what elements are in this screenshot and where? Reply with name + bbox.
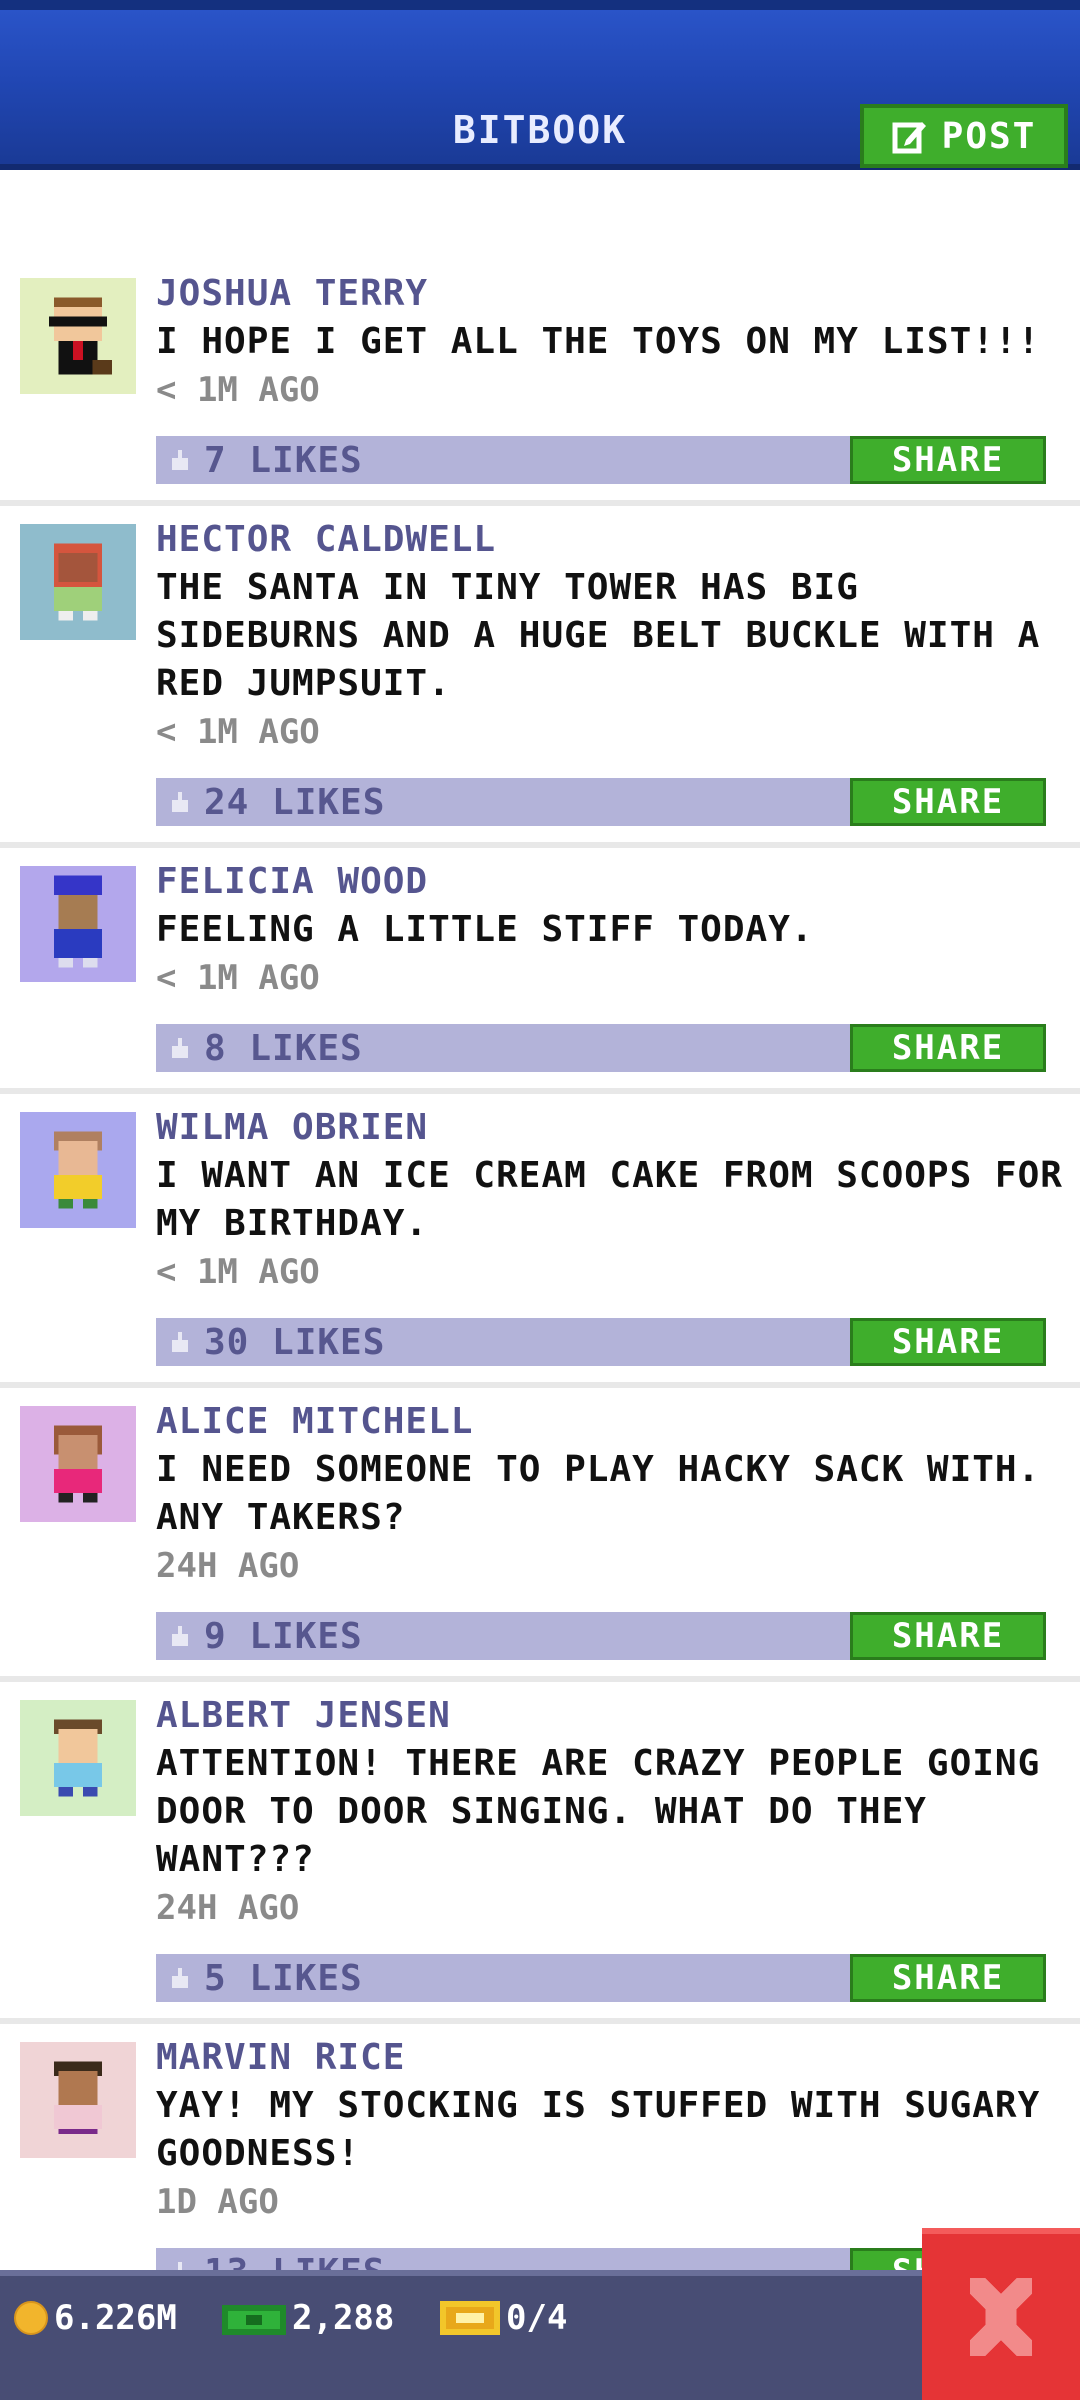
likes-bar: 30 LIKES SHARE [156, 1318, 1046, 1366]
post-time: 1D AGO [156, 2182, 279, 2222]
coin-icon [14, 2301, 48, 2335]
feed-post: WILMA OBRIEN I WANT AN ICE CREAM CAKE FR… [0, 1094, 1080, 1388]
likes-bar: 9 LIKES SHARE [156, 1612, 1046, 1660]
post-author[interactable]: HECTOR CALDWELL [156, 516, 1066, 564]
post-time: 24H AGO [156, 1546, 300, 1586]
cash-icon [222, 2305, 286, 2335]
feed-post: HECTOR CALDWELL THE SANTA IN TINY TOWER … [0, 506, 1080, 848]
thumbs-up-icon [172, 792, 188, 812]
likes-count: 24 LIKES [204, 781, 386, 823]
avatar[interactable] [20, 866, 136, 982]
likes-count: 7 LIKES [204, 439, 363, 481]
like-button[interactable]: 5 LIKES [156, 1958, 363, 1999]
share-button[interactable]: SHARE [850, 1318, 1046, 1366]
post-text: YAY! MY STOCKING IS STUFFED WITH SUGARY … [156, 2085, 1041, 2174]
post-time: < 1M AGO [156, 712, 320, 752]
tickets-stat: 0/4 [440, 2298, 567, 2338]
likes-count: 30 LIKES [204, 1321, 386, 1363]
post-author[interactable]: MARVIN RICE [156, 2034, 1066, 2082]
like-button[interactable]: 8 LIKES [156, 1028, 363, 1069]
bux-stat: 2,288 [222, 2298, 394, 2338]
post-text: THE SANTA IN TINY TOWER HAS BIG SIDEBURN… [156, 567, 1041, 704]
feed-post: FELICIA WOOD FEELING A LITTLE STIFF TODA… [0, 848, 1080, 1094]
likes-count: 5 LIKES [204, 1957, 363, 1999]
edit-icon [892, 122, 926, 154]
thumbs-up-icon [172, 1332, 188, 1352]
feed-list[interactable]: JOSHUA TERRY I HOPE I GET ALL THE TOYS O… [0, 260, 1080, 2324]
like-button[interactable]: 9 LIKES [156, 1616, 363, 1657]
avatar[interactable] [20, 1406, 136, 1522]
thumbs-up-icon [172, 450, 188, 470]
likes-count: 8 LIKES [204, 1027, 363, 1069]
share-button[interactable]: SHARE [850, 1612, 1046, 1660]
avatar[interactable] [20, 278, 136, 394]
close-button[interactable] [922, 2228, 1080, 2400]
post-author[interactable]: JOSHUA TERRY [156, 270, 1066, 318]
post-time: < 1M AGO [156, 958, 320, 998]
avatar[interactable] [20, 1700, 136, 1816]
post-author[interactable]: FELICIA WOOD [156, 858, 1066, 906]
post-button[interactable]: POST [860, 104, 1068, 168]
close-icon [969, 2278, 1033, 2356]
share-button[interactable]: SHARE [850, 1024, 1046, 1072]
avatar[interactable] [20, 524, 136, 640]
likes-bar: 7 LIKES SHARE [156, 436, 1046, 484]
likes-bar: 8 LIKES SHARE [156, 1024, 1046, 1072]
share-button[interactable]: SHARE [850, 778, 1046, 826]
post-time: < 1M AGO [156, 1252, 320, 1292]
post-text: I HOPE I GET ALL THE TOYS ON MY LIST!!! [156, 321, 1041, 362]
thumbs-up-icon [172, 1968, 188, 1988]
avatar[interactable] [20, 1112, 136, 1228]
feed-post: ALICE MITCHELL I NEED SOMEONE TO PLAY HA… [0, 1388, 1080, 1682]
likes-bar: 24 LIKES SHARE [156, 778, 1046, 826]
post-text: ATTENTION! THERE ARE CRAZY PEOPLE GOING … [156, 1743, 1041, 1880]
post-author[interactable]: ALICE MITCHELL [156, 1398, 1066, 1446]
thumbs-up-icon [172, 1626, 188, 1646]
like-button[interactable]: 7 LIKES [156, 440, 363, 481]
coins-stat: 6.226M [14, 2298, 177, 2338]
currency-bar: 6.226M 2,288 0/4 [0, 2270, 1080, 2400]
likes-bar: 5 LIKES SHARE [156, 1954, 1046, 2002]
post-time: 24H AGO [156, 1888, 300, 1928]
post-author[interactable]: ALBERT JENSEN [156, 1692, 1066, 1740]
post-text: I NEED SOMEONE TO PLAY HACKY SACK WITH. … [156, 1449, 1041, 1538]
post-time: < 1M AGO [156, 370, 320, 410]
tickets-value: 0/4 [506, 2298, 568, 2338]
bux-value: 2,288 [292, 2298, 395, 2338]
share-button[interactable]: SHARE [850, 1954, 1046, 2002]
post-button-label: POST [941, 115, 1037, 157]
likes-count: 9 LIKES [204, 1615, 363, 1657]
post-text: I WANT AN ICE CREAM CAKE FROM SCOOPS FOR… [156, 1155, 1063, 1244]
avatar[interactable] [20, 2042, 136, 2158]
like-button[interactable]: 24 LIKES [156, 782, 385, 823]
like-button[interactable]: 30 LIKES [156, 1322, 385, 1363]
ticket-icon [440, 2301, 500, 2335]
coins-value: 6.226M [54, 2298, 177, 2338]
post-text: FEELING A LITTLE STIFF TODAY. [156, 909, 814, 950]
thumbs-up-icon [172, 1038, 188, 1058]
feed-post: ALBERT JENSEN ATTENTION! THERE ARE CRAZY… [0, 1682, 1080, 2024]
share-button[interactable]: SHARE [850, 436, 1046, 484]
post-author[interactable]: WILMA OBRIEN [156, 1104, 1066, 1152]
app-header: BITBOOK POST [0, 0, 1080, 170]
feed-post: JOSHUA TERRY I HOPE I GET ALL THE TOYS O… [0, 260, 1080, 506]
